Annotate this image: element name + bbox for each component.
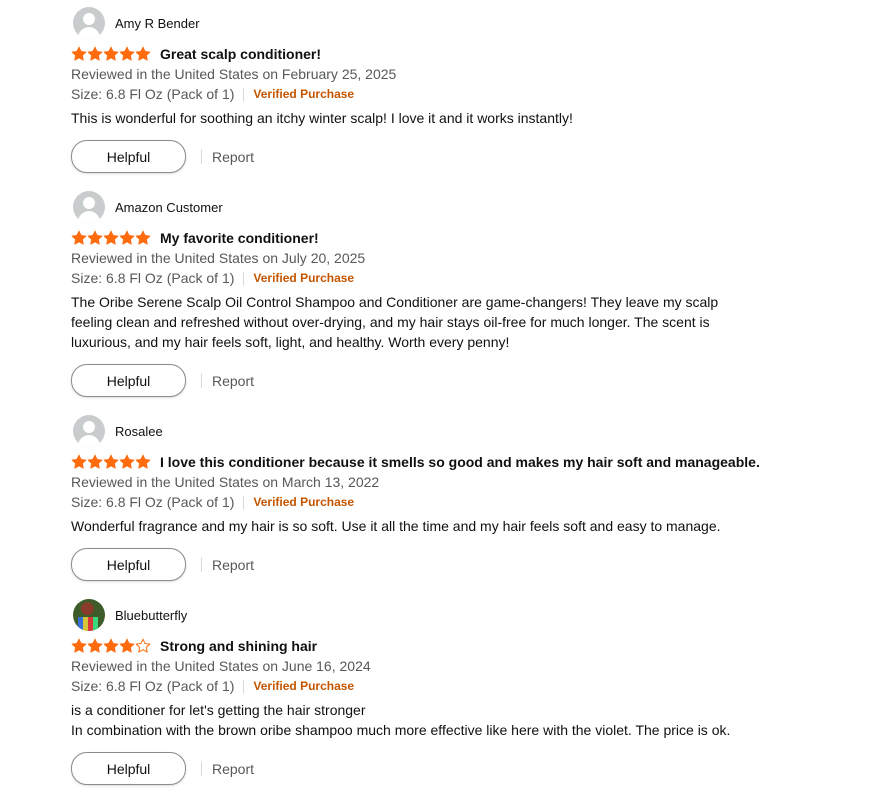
- profile-photo-icon: [73, 599, 105, 631]
- review-title[interactable]: Great scalp conditioner!: [160, 46, 321, 62]
- helpful-button[interactable]: Helpful: [71, 140, 186, 173]
- star-filled-icon: [71, 230, 87, 246]
- review-title[interactable]: My favorite conditioner!: [160, 230, 319, 246]
- star-filled-icon: [119, 638, 135, 654]
- review-title[interactable]: Strong and shining hair: [160, 638, 317, 654]
- star-rating[interactable]: [71, 230, 151, 246]
- star-filled-icon: [87, 46, 103, 62]
- divider: [201, 557, 202, 572]
- review-body: The Oribe Serene Scalp Oil Control Shamp…: [71, 294, 719, 350]
- star-rating[interactable]: [71, 454, 151, 470]
- reviewer-name[interactable]: Amy R Bender: [115, 16, 200, 31]
- reviewer-name[interactable]: Rosalee: [115, 424, 163, 439]
- product-format[interactable]: Size: 6.8 Fl Oz (Pack of 1): [71, 270, 234, 287]
- divider: [243, 495, 245, 510]
- report-link[interactable]: Report: [212, 149, 254, 165]
- star-filled-icon: [119, 454, 135, 470]
- reviewer-profile[interactable]: Amy R Bender: [71, 7, 771, 39]
- star-filled-icon: [71, 638, 87, 654]
- star-filled-icon: [87, 454, 103, 470]
- product-format[interactable]: Size: 6.8 Fl Oz (Pack of 1): [71, 494, 234, 511]
- helpful-button[interactable]: Helpful: [71, 752, 186, 785]
- report-link[interactable]: Report: [212, 557, 254, 573]
- star-filled-icon: [135, 46, 151, 62]
- star-filled-icon: [103, 230, 119, 246]
- divider: [243, 87, 245, 102]
- star-filled-icon: [87, 230, 103, 246]
- review-4: Bluebutterfly Strong and shining hair Re…: [71, 599, 771, 785]
- reviewer-profile[interactable]: Bluebutterfly: [71, 599, 771, 631]
- divider: [243, 679, 245, 694]
- divider: [201, 149, 202, 164]
- reviewer-profile[interactable]: Amazon Customer: [71, 191, 771, 223]
- review-3: Rosalee I love this conditioner because …: [71, 415, 771, 581]
- reviewer-profile[interactable]: Rosalee: [71, 415, 771, 447]
- star-filled-icon: [71, 46, 87, 62]
- default-avatar-icon: [73, 415, 105, 447]
- review-2: Amazon Customer My favorite conditioner!…: [71, 191, 771, 397]
- default-avatar-icon: [73, 191, 105, 223]
- star-filled-icon: [119, 46, 135, 62]
- star-rating[interactable]: [71, 638, 151, 654]
- review-date: Reviewed in the United States on July 20…: [71, 250, 366, 266]
- verified-purchase-badge[interactable]: Verified Purchase: [253, 494, 354, 511]
- product-format[interactable]: Size: 6.8 Fl Oz (Pack of 1): [71, 86, 234, 103]
- report-link[interactable]: Report: [212, 373, 254, 389]
- star-filled-icon: [103, 46, 119, 62]
- star-filled-icon: [103, 454, 119, 470]
- reviewer-name[interactable]: Amazon Customer: [115, 200, 223, 215]
- review-1: Amy R Bender Great scalp conditioner! Re…: [71, 7, 771, 173]
- default-avatar-icon: [73, 7, 105, 39]
- review-title[interactable]: I love this conditioner because it smell…: [160, 454, 760, 470]
- divider: [201, 761, 202, 776]
- review-date: Reviewed in the United States on Februar…: [71, 66, 397, 82]
- helpful-button[interactable]: Helpful: [71, 364, 186, 397]
- divider: [201, 373, 202, 388]
- star-rating[interactable]: [71, 46, 151, 62]
- review-body-line: is a conditioner for let's getting the h…: [71, 702, 366, 718]
- star-filled-icon: [135, 230, 151, 246]
- reviewer-name[interactable]: Bluebutterfly: [115, 608, 187, 623]
- review-body-line: In combination with the brown oribe sham…: [71, 722, 731, 738]
- star-filled-icon: [135, 454, 151, 470]
- review-date: Reviewed in the United States on March 1…: [71, 474, 380, 490]
- verified-purchase-badge[interactable]: Verified Purchase: [253, 86, 354, 103]
- star-filled-icon: [87, 638, 103, 654]
- helpful-button[interactable]: Helpful: [71, 548, 186, 581]
- star-filled-icon: [71, 454, 87, 470]
- review-body: is a conditioner for let's getting the h…: [71, 700, 736, 740]
- star-filled-icon: [103, 638, 119, 654]
- star-empty-icon: [135, 638, 151, 654]
- verified-purchase-badge[interactable]: Verified Purchase: [253, 270, 354, 287]
- report-link[interactable]: Report: [212, 761, 254, 777]
- review-date: Reviewed in the United States on June 16…: [71, 658, 371, 674]
- divider: [243, 271, 245, 286]
- product-format[interactable]: Size: 6.8 Fl Oz (Pack of 1): [71, 678, 234, 695]
- verified-purchase-badge[interactable]: Verified Purchase: [253, 678, 354, 695]
- review-body: This is wonderful for soothing an itchy …: [71, 110, 573, 126]
- star-filled-icon: [119, 230, 135, 246]
- review-body: Wonderful fragrance and my hair is so so…: [71, 518, 721, 534]
